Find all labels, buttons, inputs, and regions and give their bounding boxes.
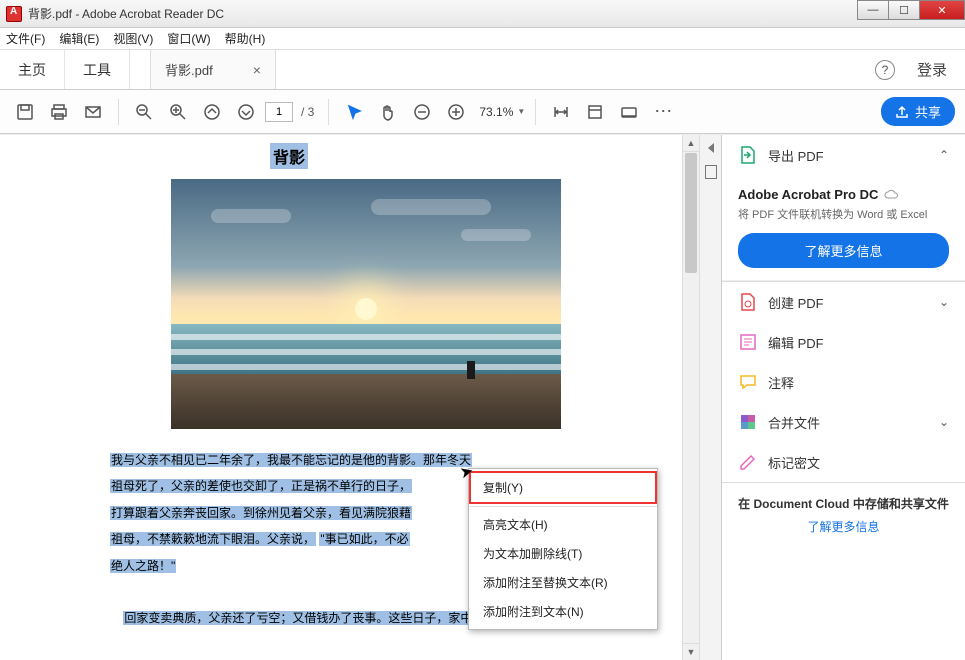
context-item-strikethrough[interactable]: 为文本加删除线(T) (469, 539, 657, 568)
context-item-copy[interactable]: 复制(Y) (469, 471, 657, 504)
window-controls: — ☐ ✕ (858, 0, 965, 20)
export-icon (738, 145, 758, 165)
panel-item-redact[interactable]: 标记密文 (722, 442, 965, 482)
text-line-2: 祖母死了，父亲的差使也交卸了，正是祸不单行的日子， (110, 479, 412, 493)
page-number-input[interactable] (265, 102, 293, 122)
fit-width-icon[interactable] (546, 97, 576, 127)
zoom-level-dropdown[interactable]: 73.1% ▼ (479, 105, 525, 119)
hand-tool-icon[interactable] (373, 97, 403, 127)
panel-item-merge-label: 合并文件 (768, 413, 820, 432)
help-icon[interactable]: ? (875, 60, 895, 80)
share-label: 共享 (915, 102, 941, 121)
close-button[interactable]: ✕ (919, 0, 965, 20)
pro-title: Adobe Acrobat Pro DC (738, 187, 949, 202)
context-menu: 复制(Y) 高亮文本(H) 为文本加删除线(T) 添加附注至替换文本(R) 添加… (468, 468, 658, 630)
pro-description: 将 PDF 文件联机转换为 Word 或 Excel (738, 208, 949, 223)
selection-arrow-icon[interactable] (339, 97, 369, 127)
scroll-up-icon[interactable]: ▲ (683, 135, 699, 152)
chevron-down-icon: ⌄ (939, 295, 949, 309)
page-up-icon[interactable] (197, 97, 227, 127)
app-icon (6, 6, 22, 22)
panel-toggle-strip (699, 135, 721, 660)
page-down-icon[interactable] (231, 97, 261, 127)
document-heading: 背影 (270, 143, 308, 169)
text-line-4a: 祖母，不禁簌簌地流下眼泪。父亲说， (110, 532, 316, 546)
edit-pdf-icon (738, 332, 758, 352)
zoom-out-icon[interactable] (407, 97, 437, 127)
text-line-6: 回家变卖典质，父亲还了亏空；又借钱办了丧事。这些日子，家中光 (123, 611, 485, 625)
menu-edit[interactable]: 编辑(E) (59, 30, 99, 47)
text-line-4b: "事已如此，不必 (319, 532, 409, 546)
share-icon (895, 105, 909, 119)
panel-item-annotate-label: 注释 (768, 373, 794, 392)
cloud-promo-title: 在 Document Cloud 中存储和共享文件 (732, 495, 955, 512)
collapse-panel-icon[interactable] (708, 143, 714, 153)
comment-icon (738, 372, 758, 392)
tab-home[interactable]: 主页 (0, 50, 65, 89)
email-icon[interactable] (78, 97, 108, 127)
page-thumbnails-icon[interactable] (705, 165, 717, 179)
text-line-1: 我与父亲不相见已二年余了，我最不能忘记的是他的背影。那年冬天 (110, 453, 472, 467)
menu-window[interactable]: 窗口(W) (167, 30, 210, 47)
panel-item-export[interactable]: 导出 PDF ⌃ (722, 135, 965, 175)
tab-bar: 主页 工具 背影.pdf × ? 登录 (0, 50, 965, 90)
panel-pro-promo: Adobe Acrobat Pro DC 将 PDF 文件联机转换为 Word … (722, 175, 965, 281)
learn-more-button[interactable]: 了解更多信息 (738, 233, 949, 268)
context-item-highlight[interactable]: 高亮文本(H) (469, 510, 657, 539)
panel-item-merge[interactable]: 合并文件 ⌄ (722, 402, 965, 442)
vertical-scrollbar[interactable]: ▲ ▼ (682, 135, 699, 660)
tools-panel: 导出 PDF ⌃ Adobe Acrobat Pro DC 将 PDF 文件联机… (721, 135, 965, 660)
zoom-in-icon[interactable] (441, 97, 471, 127)
read-mode-icon[interactable] (614, 97, 644, 127)
document-image (171, 179, 561, 429)
tab-document-label: 背影.pdf (165, 60, 213, 79)
panel-cloud-promo: 在 Document Cloud 中存储和共享文件 了解更多信息 (722, 482, 965, 547)
merge-icon (738, 412, 758, 432)
context-item-add-note[interactable]: 添加附注到文本(N) (469, 597, 657, 626)
panel-item-export-label: 导出 PDF (768, 146, 824, 165)
scroll-down-icon[interactable]: ▼ (683, 643, 699, 660)
panel-item-edit[interactable]: 编辑 PDF (722, 322, 965, 362)
panel-item-create[interactable]: 创建 PDF ⌄ (722, 282, 965, 322)
cloud-icon (884, 188, 898, 202)
page-total-label: / 3 (301, 105, 314, 119)
toolbar: / 3 73.1% ▼ ⋯ 共享 (0, 90, 965, 134)
window-titlebar: 背影.pdf - Adobe Acrobat Reader DC — ☐ ✕ (0, 0, 965, 28)
more-tools-icon[interactable]: ⋯ (648, 101, 680, 122)
save-icon[interactable] (10, 97, 40, 127)
share-button[interactable]: 共享 (881, 97, 955, 126)
tab-document[interactable]: 背影.pdf × (150, 50, 276, 89)
fit-page-icon[interactable] (580, 97, 610, 127)
window-title: 背影.pdf - Adobe Acrobat Reader DC (28, 5, 224, 22)
context-item-replace-note[interactable]: 添加附注至替换文本(R) (469, 568, 657, 597)
menu-view[interactable]: 视图(V) (113, 30, 153, 47)
text-line-3: 打算跟着父亲奔丧回家。到徐州见着父亲，看见满院狼藉 (110, 506, 412, 520)
panel-item-edit-label: 编辑 PDF (768, 333, 824, 352)
zoom-in-magnify-icon[interactable] (163, 97, 193, 127)
login-link[interactable]: 登录 (917, 59, 947, 80)
zoom-out-magnify-icon[interactable] (129, 97, 159, 127)
menu-file[interactable]: 文件(F) (6, 30, 45, 47)
panel-item-annotate[interactable]: 注释 (722, 362, 965, 402)
tab-tools[interactable]: 工具 (65, 50, 130, 89)
create-pdf-icon (738, 292, 758, 312)
print-icon[interactable] (44, 97, 74, 127)
minimize-button[interactable]: — (857, 0, 889, 20)
cloud-promo-link[interactable]: 了解更多信息 (732, 518, 955, 535)
maximize-button[interactable]: ☐ (888, 0, 920, 20)
chevron-down-icon: ⌄ (939, 415, 949, 429)
scroll-thumb[interactable] (685, 153, 697, 273)
chevron-down-icon: ▼ (517, 107, 525, 116)
text-line-5: 绝人之路！" (110, 559, 176, 573)
menu-help[interactable]: 帮助(H) (225, 30, 266, 47)
tab-close-icon[interactable]: × (253, 62, 261, 78)
redact-icon (738, 452, 758, 472)
menu-bar: 文件(F) 编辑(E) 视图(V) 窗口(W) 帮助(H) (0, 28, 965, 50)
panel-item-create-label: 创建 PDF (768, 293, 824, 312)
zoom-level-label: 73.1% (479, 105, 513, 119)
chevron-up-icon: ⌃ (939, 148, 949, 162)
panel-item-redact-label: 标记密文 (768, 453, 820, 472)
